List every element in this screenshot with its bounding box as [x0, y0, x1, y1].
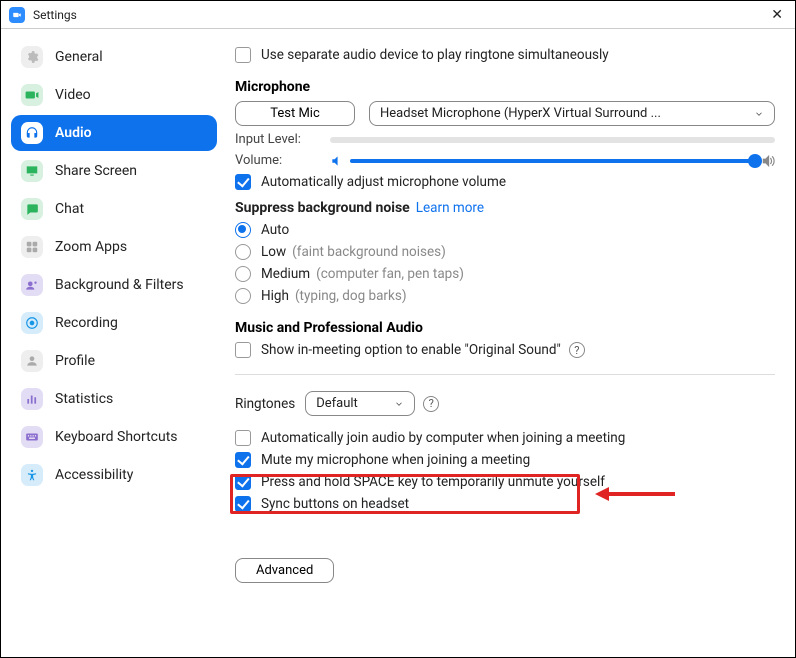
chat-icon — [21, 198, 43, 220]
music-section-title: Music and Professional Audio — [235, 320, 775, 336]
suppress-auto-radio[interactable] — [235, 222, 251, 238]
sidebar-item-share-screen[interactable]: Share Screen — [11, 153, 217, 189]
mute-on-join-label: Mute my microphone when joining a meetin… — [261, 452, 530, 468]
profile-icon — [21, 350, 43, 372]
auto-adjust-mic-checkbox[interactable] — [235, 174, 251, 190]
ringtones-label: Ringtones — [235, 396, 295, 412]
help-icon[interactable]: ? — [423, 396, 439, 412]
volume-label: Volume: — [235, 153, 330, 168]
background-icon — [21, 274, 43, 296]
sidebar-item-label: Statistics — [55, 391, 113, 407]
sidebar-item-label: Recording — [55, 315, 118, 331]
separate-ringtone-label: Use separate audio device to play ringto… — [261, 47, 609, 63]
sidebar-item-label: Audio — [55, 125, 92, 141]
suppress-low-hint: (faint background noises) — [292, 244, 446, 260]
separate-ringtone-checkbox[interactable] — [235, 47, 251, 63]
zoom-icon — [9, 7, 25, 23]
divider — [235, 374, 775, 375]
microphone-select-value: Headset Microphone (HyperX Virtual Surro… — [380, 106, 661, 121]
ringtone-select-value: Default — [316, 396, 358, 411]
volume-low-icon — [330, 154, 344, 168]
sidebar-item-accessibility[interactable]: Accessibility — [11, 457, 217, 493]
advanced-button[interactable]: Advanced — [235, 558, 334, 583]
window-title: Settings — [33, 8, 77, 22]
suppress-high-radio[interactable] — [235, 288, 251, 304]
statistics-icon — [21, 388, 43, 410]
auto-adjust-mic-label: Automatically adjust microphone volume — [261, 174, 506, 190]
mute-on-join-checkbox[interactable] — [235, 452, 251, 468]
sidebar-item-audio[interactable]: Audio — [11, 115, 217, 151]
sidebar-item-label: General — [55, 49, 103, 65]
auto-join-audio-checkbox[interactable] — [235, 430, 251, 446]
suppress-medium-hint: (computer fan, pen taps) — [316, 266, 464, 282]
suppress-medium-label: Medium — [261, 266, 310, 282]
input-level-meter — [330, 137, 775, 143]
sidebar-item-chat[interactable]: Chat — [11, 191, 217, 227]
sidebar-item-label: Profile — [55, 353, 95, 369]
auto-join-audio-label: Automatically join audio by computer whe… — [261, 430, 625, 446]
test-mic-button[interactable]: Test Mic — [235, 101, 355, 126]
volume-high-icon — [761, 154, 775, 168]
sync-headset-label: Sync buttons on headset — [261, 496, 409, 512]
sidebar: General Video Audio Share Screen Chat Zo… — [1, 29, 227, 657]
suppress-high-hint: (typing, dog barks) — [295, 288, 407, 304]
sync-headset-checkbox[interactable] — [235, 496, 251, 512]
suppress-section-title: Suppress background noise — [235, 200, 410, 216]
sidebar-item-general[interactable]: General — [11, 39, 217, 75]
microphone-select[interactable]: Headset Microphone (HyperX Virtual Surro… — [369, 101, 775, 126]
chevron-down-icon — [394, 399, 404, 409]
content-pane: Use separate audio device to play ringto… — [227, 29, 795, 657]
suppress-low-radio[interactable] — [235, 244, 251, 260]
original-sound-label: Show in-meeting option to enable "Origin… — [261, 342, 561, 358]
sidebar-item-video[interactable]: Video — [11, 77, 217, 113]
sidebar-item-label: Share Screen — [55, 163, 137, 179]
apps-icon — [21, 236, 43, 258]
learn-more-link[interactable]: Learn more — [416, 200, 484, 216]
original-sound-checkbox[interactable] — [235, 342, 251, 358]
sidebar-item-label: Video — [55, 87, 91, 103]
help-icon[interactable]: ? — [569, 342, 585, 358]
space-unmute-label: Press and hold SPACE key to temporarily … — [261, 474, 605, 490]
gear-icon — [21, 46, 43, 68]
accessibility-icon — [21, 464, 43, 486]
sidebar-item-recording[interactable]: Recording — [11, 305, 217, 341]
video-icon — [21, 84, 43, 106]
chevron-down-icon — [754, 109, 764, 119]
input-level-label: Input Level: — [235, 132, 330, 147]
sidebar-item-statistics[interactable]: Statistics — [11, 381, 217, 417]
sidebar-item-label: Accessibility — [55, 467, 133, 483]
space-unmute-checkbox[interactable] — [235, 474, 251, 490]
sidebar-item-background-filters[interactable]: Background & Filters — [11, 267, 217, 303]
keyboard-icon — [21, 426, 43, 448]
volume-slider[interactable] — [350, 159, 755, 163]
sidebar-item-label: Zoom Apps — [55, 239, 127, 255]
microphone-section-title: Microphone — [235, 79, 775, 95]
sidebar-item-profile[interactable]: Profile — [11, 343, 217, 379]
sidebar-item-label: Keyboard Shortcuts — [55, 429, 178, 445]
sidebar-item-zoom-apps[interactable]: Zoom Apps — [11, 229, 217, 265]
suppress-medium-radio[interactable] — [235, 266, 251, 282]
headphones-icon — [21, 122, 43, 144]
close-button[interactable]: ✕ — [767, 5, 787, 25]
share-screen-icon — [21, 160, 43, 182]
volume-slider-thumb[interactable] — [748, 154, 762, 168]
suppress-low-label: Low — [261, 244, 286, 260]
titlebar: Settings ✕ — [1, 1, 795, 29]
ringtone-select[interactable]: Default — [305, 391, 415, 416]
sidebar-item-label: Chat — [55, 201, 84, 217]
recording-icon — [21, 312, 43, 334]
suppress-auto-label: Auto — [261, 222, 289, 238]
sidebar-item-keyboard-shortcuts[interactable]: Keyboard Shortcuts — [11, 419, 217, 455]
suppress-high-label: High — [261, 288, 289, 304]
sidebar-item-label: Background & Filters — [55, 277, 184, 293]
